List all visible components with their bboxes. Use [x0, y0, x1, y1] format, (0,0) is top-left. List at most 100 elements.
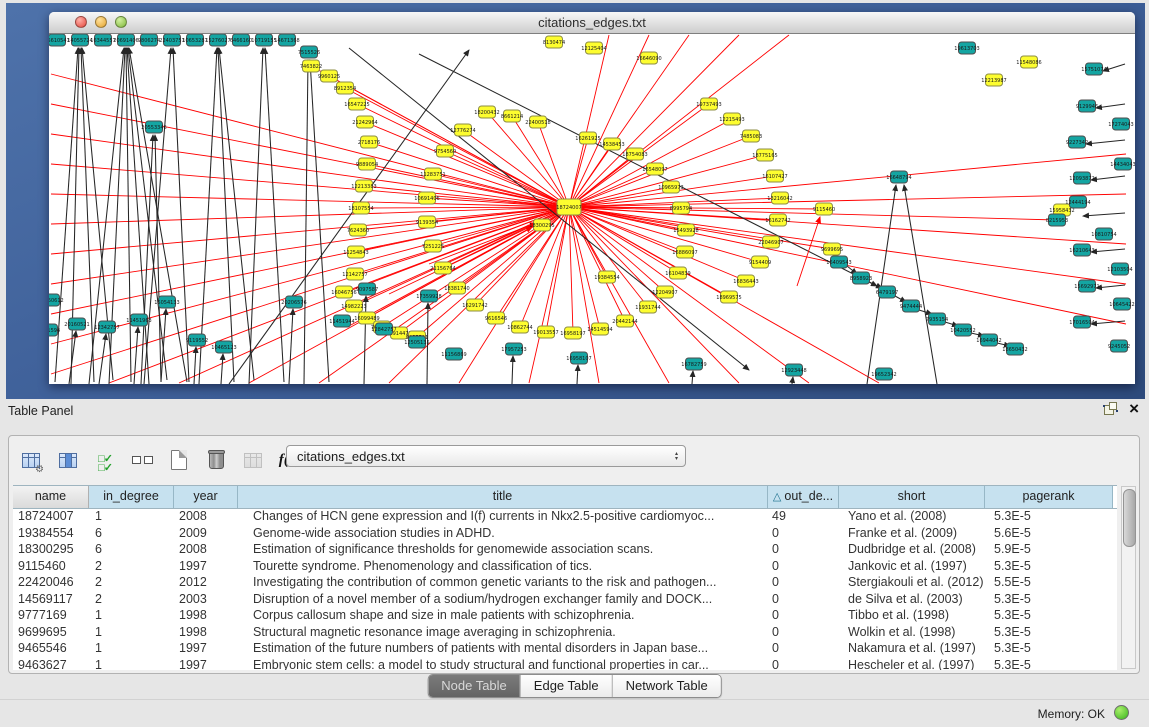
graph-node[interactable]: 7935154	[926, 313, 948, 325]
graph-node[interactable]: 8995794	[670, 202, 692, 214]
graph-node[interactable]: 16107427	[762, 170, 787, 182]
graph-node[interactable]: 11254843	[343, 246, 368, 258]
graph-node[interactable]: 9119552	[186, 334, 208, 346]
float-panel-icon[interactable]	[1104, 402, 1117, 415]
graph-node[interactable]: 10862744	[507, 321, 532, 333]
graph-node[interactable]: 9616546	[485, 312, 507, 324]
table-row[interactable]: 946362711997Embryonic stem cells: a mode…	[13, 657, 1117, 671]
graph-node[interactable]: 19013557	[533, 326, 558, 338]
graph-node[interactable]: 16291742	[462, 299, 487, 311]
network-graph[interactable]: 2561054114055724163445572069140698062742…	[49, 34, 1135, 384]
graph-node[interactable]: 9699695	[821, 243, 843, 255]
graph-node[interactable]: 18724007	[556, 199, 581, 215]
column-header-title[interactable]: title	[238, 486, 768, 508]
graph-node[interactable]: 9129946	[1076, 100, 1098, 112]
graph-node[interactable]: 14350612	[49, 294, 64, 306]
graph-node[interactable]: 12125404	[581, 42, 606, 54]
graph-node[interactable]: 11156869	[441, 348, 466, 360]
graph-node[interactable]: 16782759	[681, 358, 706, 370]
graph-node[interactable]: 12093872	[1069, 172, 1094, 184]
graph-node[interactable]: 20160521	[64, 318, 89, 330]
graph-node[interactable]: 9097587	[356, 283, 378, 295]
graph-node[interactable]: 7624360	[347, 224, 369, 236]
graph-node[interactable]: 9889054	[356, 158, 378, 170]
graph-node[interactable]: 6479197	[876, 286, 898, 298]
select-columns-checks-icon[interactable]: □✓□✓	[93, 448, 117, 472]
graph-node[interactable]: 10810754	[1091, 228, 1116, 240]
graph-node[interactable]: 14514594	[587, 323, 612, 335]
graph-node[interactable]: 8130474	[543, 36, 565, 48]
graph-node[interactable]: 22403751	[159, 34, 184, 46]
column-header-pagerank[interactable]: pagerank	[985, 486, 1113, 508]
graph-node[interactable]: 16162742	[765, 214, 790, 226]
graph-node[interactable]: 7463822	[300, 60, 322, 72]
delete-table-icon[interactable]	[204, 448, 228, 472]
graph-node[interactable]: 9227342	[1066, 136, 1088, 148]
graph-node[interactable]: 14434043	[1110, 158, 1135, 170]
graph-node[interactable]: 12213987	[981, 74, 1006, 86]
graph-node[interactable]: 10653287	[182, 34, 207, 46]
graph-node[interactable]: 12142757	[342, 268, 367, 280]
table-scrollbar-thumb[interactable]	[1123, 489, 1136, 547]
graph-node[interactable]: 8912354	[334, 82, 356, 94]
graph-node[interactable]: 10965973	[658, 181, 683, 193]
graph-node[interactable]: 16344557	[90, 34, 115, 46]
zoom-button[interactable]	[115, 16, 127, 28]
graph-node[interactable]: 17957253	[501, 343, 526, 355]
column-header-name[interactable]: name	[13, 486, 89, 508]
graph-node[interactable]: 16886097	[672, 246, 697, 258]
graph-node[interactable]: 18200432	[474, 106, 499, 118]
graph-node[interactable]: 16958197	[560, 327, 585, 339]
graph-node[interactable]: 12213383	[351, 180, 376, 192]
row-height-icon[interactable]	[130, 448, 154, 472]
graph-node[interactable]: 9115460	[813, 203, 835, 215]
memory-status-icon[interactable]	[1114, 705, 1129, 720]
graph-node[interactable]: 19613703	[954, 42, 979, 54]
close-panel-icon[interactable]: ×	[1129, 402, 1139, 415]
column-header-outde[interactable]: △ out_de...	[768, 486, 839, 508]
graph-node[interactable]: 7251225	[422, 240, 444, 252]
graph-node[interactable]: 17274043	[1108, 118, 1133, 130]
graph-node[interactable]: 9474444	[900, 300, 922, 312]
graph-node[interactable]: 8661214	[501, 110, 523, 122]
tab-node-table[interactable]: Node Table	[428, 675, 520, 697]
network-window-titlebar[interactable]: citations_edges.txt	[49, 12, 1135, 34]
graph-node[interactable]: 16958107	[566, 352, 591, 364]
graph-node[interactable]: 14055724	[67, 34, 92, 46]
table-row[interactable]: 977716911998Corpus callosum shape and si…	[13, 607, 1117, 624]
graph-node[interactable]: 6466160	[230, 34, 252, 46]
table-row[interactable]: 911546021997Tourette syndrome. Phenomeno…	[13, 558, 1117, 575]
table-scrollbar[interactable]	[1121, 486, 1136, 669]
table-column-select-icon[interactable]	[56, 448, 80, 472]
graph-node[interactable]: 11931744	[635, 301, 660, 313]
graph-node[interactable]: 19652342	[871, 368, 896, 380]
graph-node[interactable]: 16648794	[886, 171, 911, 183]
graph-node[interactable]: 17016504	[1069, 316, 1094, 328]
graph-node[interactable]: 12215493	[719, 113, 744, 125]
graph-node[interactable]: 15751074	[1081, 63, 1106, 75]
graph-node[interactable]: 12776274	[450, 124, 475, 136]
graph-node[interactable]: 21242964	[352, 116, 377, 128]
graph-node[interactable]: 14538453	[599, 138, 624, 150]
graph-node[interactable]: 15276027	[205, 34, 230, 46]
graph-node[interactable]: 9960125	[318, 70, 340, 82]
close-button[interactable]	[75, 16, 87, 28]
graph-node[interactable]: 9139354	[416, 216, 438, 228]
network-canvas[interactable]: 2561054114055724163445572069140698062742…	[49, 34, 1135, 384]
table-source-select[interactable]: citations_edges.txt ▴▾	[286, 445, 686, 467]
graph-node[interactable]: 16261925	[575, 132, 600, 144]
graph-node[interactable]: 16210643	[1069, 244, 1094, 256]
graph-node[interactable]: 19737493	[696, 98, 721, 110]
graph-node[interactable]: 9245052	[1108, 340, 1130, 352]
graph-node[interactable]: 10420552	[950, 324, 975, 336]
table-row[interactable]: 1938455462009Genome-wide association stu…	[13, 525, 1117, 542]
graph-node[interactable]: 20442144	[612, 315, 637, 327]
column-header-indegree[interactable]: in_degree	[89, 486, 174, 508]
graph-node[interactable]: 9154409	[749, 256, 771, 268]
table-settings-icon[interactable]: ⚙	[19, 448, 43, 472]
graph-node[interactable]: 15692971	[1074, 280, 1099, 292]
graph-node[interactable]: 7485083	[740, 130, 762, 142]
graph-node[interactable]: 7515526	[298, 46, 320, 58]
graph-node[interactable]: 14671368	[274, 34, 299, 46]
table-row[interactable]: 1456911722003Disruption of a novel membe…	[13, 591, 1117, 608]
